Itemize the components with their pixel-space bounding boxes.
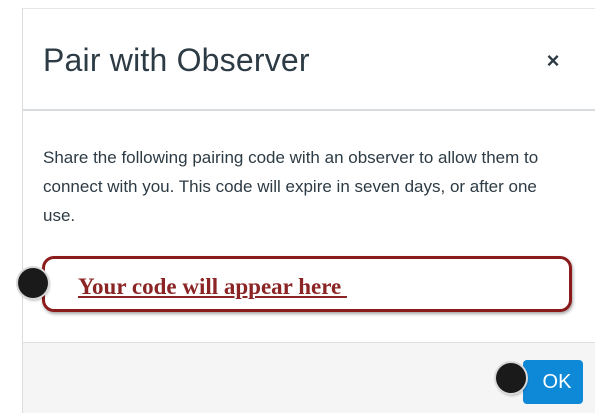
dialog-title: Pair with Observer <box>43 42 310 78</box>
dialog-header: Pair with Observer × <box>23 9 595 111</box>
ok-button[interactable]: OK <box>523 360 583 404</box>
pairing-code-box: Your code will appear here <box>42 256 572 312</box>
step-marker-icon <box>18 268 48 298</box>
pairing-description: Share the following pairing code with an… <box>43 148 539 225</box>
step-marker-icon <box>496 363 526 393</box>
pairing-code-placeholder: Your code will appear here <box>78 274 347 299</box>
close-icon[interactable]: × <box>541 49 565 73</box>
pair-with-observer-dialog: Pair with Observer × Share the following… <box>22 8 595 413</box>
